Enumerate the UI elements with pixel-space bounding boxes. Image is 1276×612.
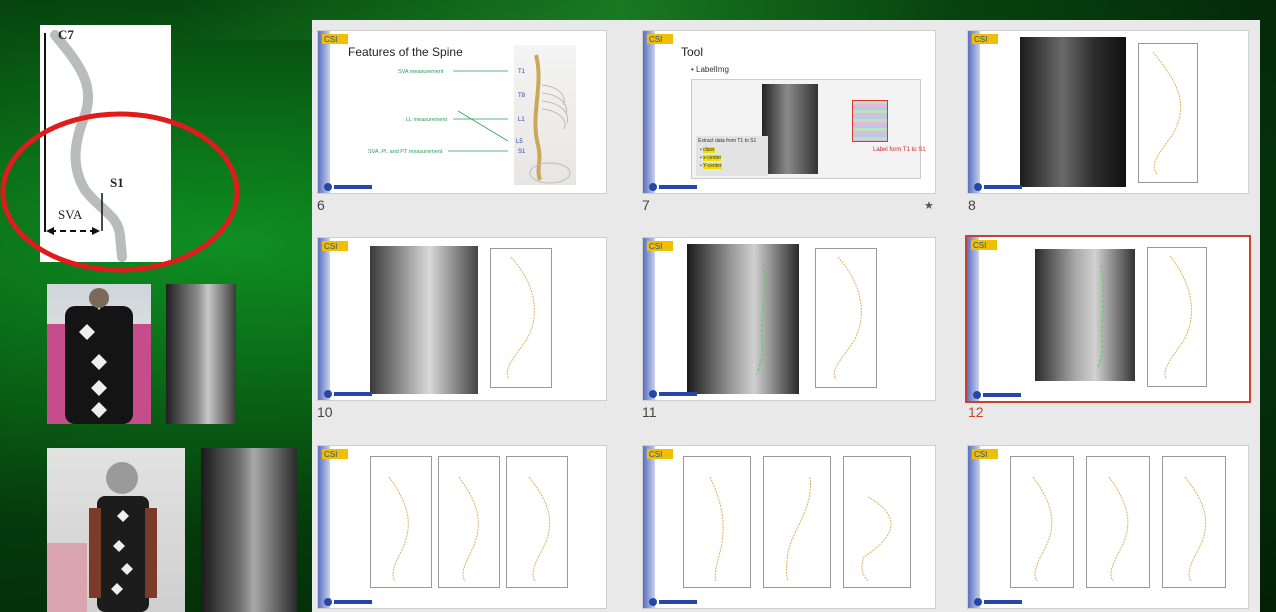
- xray-image: [1035, 249, 1135, 381]
- slide-thumbnail-11[interactable]: CSI: [642, 237, 936, 401]
- slide-number-12: 12: [968, 404, 984, 420]
- item-x-text: x-center: [703, 155, 722, 161]
- slide-side-band: [968, 446, 980, 608]
- xray-image: [370, 246, 478, 394]
- curve-plot-3: [506, 456, 568, 588]
- slide-side-band: [967, 237, 979, 401]
- spine-curve-plot: [1138, 43, 1198, 183]
- university-logo-icon: CSI: [322, 241, 348, 251]
- svg-text:CSI: CSI: [973, 241, 986, 250]
- footer-logo-icon: [974, 598, 1022, 606]
- footer-logo-icon: [649, 183, 697, 191]
- university-logo-icon: CSI: [322, 449, 348, 459]
- red-ellipse-highlight: [0, 111, 240, 273]
- curve-plot-1: [1010, 456, 1074, 588]
- extract-item-x: • x-center: [700, 155, 722, 161]
- university-logo-icon: CSI: [647, 241, 673, 251]
- curve-plot-2: [763, 456, 831, 588]
- slide-number-6: 6: [317, 197, 325, 213]
- spine-label-t1: T1: [518, 69, 526, 75]
- labelimg-screenshot: Extract data from T1 to S1 • class • x-c…: [691, 79, 921, 179]
- spine-label-l5: L5: [516, 139, 523, 145]
- slide-thumbnail-6[interactable]: CSI Features of the Spine SVA measuremen…: [317, 30, 607, 194]
- slide-number-8: 8: [968, 197, 976, 213]
- slide-thumbnail-7[interactable]: CSI Tool • LabelImg Extract data from T1…: [642, 30, 936, 194]
- svg-text:CSI: CSI: [649, 450, 662, 459]
- footer-logo-icon: [324, 183, 372, 191]
- xray-image: [687, 244, 799, 394]
- slide-thumbnail-14[interactable]: CSI: [642, 445, 936, 609]
- slide-thumbnail-12[interactable]: CSI: [965, 235, 1251, 403]
- slide-number-7: 7: [642, 197, 650, 213]
- curve-plot-2: [1086, 456, 1150, 588]
- c7-label: C7: [58, 27, 74, 42]
- spine-curve-plot: [1147, 247, 1207, 387]
- extract-item-class: • class: [700, 147, 715, 153]
- slide-side-band: [318, 446, 330, 608]
- university-logo-icon: CSI: [972, 449, 998, 459]
- footer-logo-icon: [649, 390, 697, 398]
- slide-thumbnail-10[interactable]: CSI: [317, 237, 607, 401]
- svg-text:CSI: CSI: [324, 450, 337, 459]
- footer-logo-icon: [973, 391, 1021, 399]
- curve-plot-2: [438, 456, 500, 588]
- xray-image: [1020, 37, 1126, 187]
- item-y-text: Y-center: [703, 163, 722, 169]
- patient-back-photo-2: [47, 448, 185, 612]
- xray-photo-2: [201, 448, 297, 612]
- labelimg-xray: [762, 84, 818, 174]
- extract-item-y: • Y-center: [700, 163, 722, 169]
- slide-side-band: [968, 31, 980, 193]
- slide-7-bullet: • LabelImg: [691, 65, 729, 74]
- extract-box-title: Extract data from T1 to S1: [698, 138, 757, 144]
- slide-7-title: Tool: [681, 45, 704, 59]
- svg-text:CSI: CSI: [324, 242, 337, 251]
- slide-side-band: [318, 238, 330, 400]
- extract-info-box: Extract data from T1 to S1 • class • x-c…: [696, 136, 768, 176]
- footer-logo-icon: [649, 598, 697, 606]
- slide-number-11: 11: [642, 404, 657, 420]
- labelimg-label-list: [852, 100, 888, 142]
- curve-plot-3: [1162, 456, 1226, 588]
- item-class-text: class: [703, 147, 715, 153]
- transition-star-icon: ★: [924, 200, 934, 212]
- bullet-text: LabelImg: [696, 65, 729, 74]
- spine-skeleton-image: [514, 45, 576, 185]
- patient-back-photo-1: [47, 284, 151, 424]
- svg-text:CSI: CSI: [974, 35, 987, 44]
- university-logo-icon: CSI: [971, 240, 997, 250]
- svg-text:CSI: CSI: [649, 242, 662, 251]
- footer-logo-icon: [974, 183, 1022, 191]
- curve-plot-1: [683, 456, 751, 588]
- slide-sorter-panel[interactable]: CSI Features of the Spine SVA measuremen…: [312, 20, 1260, 612]
- svg-text:CSI: CSI: [649, 35, 662, 44]
- university-logo-icon: CSI: [647, 34, 673, 44]
- footer-logo-icon: [324, 598, 372, 606]
- spine-curve-plot: [815, 248, 877, 388]
- curve-plot-3: [843, 456, 911, 588]
- spine-label-t8: T8: [518, 93, 526, 99]
- spine-label-l1: L1: [518, 117, 525, 123]
- slide-thumbnail-8[interactable]: CSI: [967, 30, 1249, 194]
- university-logo-icon: CSI: [972, 34, 998, 44]
- slide-side-band: [643, 446, 655, 608]
- slide-thumbnail-15[interactable]: CSI: [967, 445, 1249, 609]
- slide-side-band: [643, 238, 655, 400]
- slide-side-band: [643, 31, 655, 193]
- xray-photo-1: [166, 284, 236, 424]
- label-form-text: Label form T1 to S1: [873, 147, 926, 153]
- slide-thumbnail-13[interactable]: CSI: [317, 445, 607, 609]
- spine-label-s1: S1: [518, 149, 526, 155]
- curve-plot-1: [370, 456, 432, 588]
- spine-curve-plot: [490, 248, 552, 388]
- university-logo-icon: CSI: [647, 449, 673, 459]
- slide-number-10: 10: [317, 404, 333, 420]
- footer-logo-icon: [324, 390, 372, 398]
- svg-text:CSI: CSI: [974, 450, 987, 459]
